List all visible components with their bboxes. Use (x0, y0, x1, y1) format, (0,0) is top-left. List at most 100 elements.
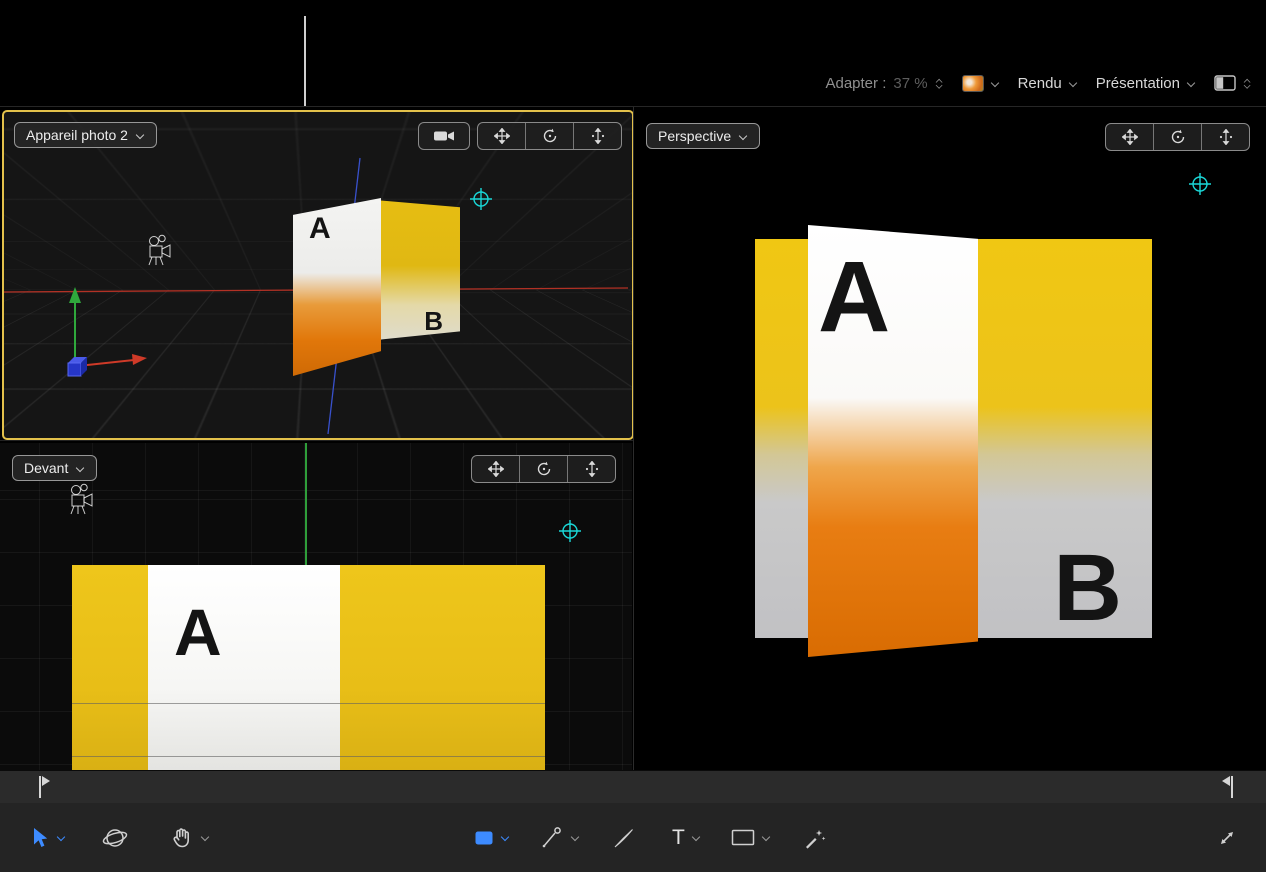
chevron-down-icon (739, 133, 748, 140)
pan-icon (494, 128, 510, 144)
shape-tool-button[interactable] (474, 830, 494, 846)
plane-a[interactable]: A (808, 225, 978, 657)
orbit-view-button[interactable] (1153, 124, 1201, 150)
zoom-stepper-icon[interactable] (935, 78, 942, 88)
viewport-divider-horizontal (0, 440, 633, 441)
camera-view-button[interactable] (418, 122, 470, 150)
adjust-glyph-tool-button[interactable] (803, 826, 827, 850)
dolly-view-button[interactable] (1201, 124, 1249, 150)
bezier-tool-button[interactable] (540, 826, 564, 850)
zoom-control[interactable]: Adapter : 37 % (825, 75, 943, 92)
pan-view-button[interactable] (1106, 124, 1153, 150)
view-tools-group (477, 122, 622, 150)
camera-object-icon[interactable] (144, 230, 174, 270)
chevron-down-icon (991, 80, 1000, 87)
crosshair-icon[interactable] (469, 187, 493, 211)
dolly-icon (590, 128, 606, 144)
pan-tool-menu-chevron[interactable] (201, 834, 210, 841)
expand-icon (1216, 827, 1238, 849)
gridline (72, 756, 545, 757)
camera-select-label: Appareil photo 2 (26, 127, 128, 143)
center-tool-group: T (474, 803, 827, 872)
chevron-down-icon (136, 132, 145, 139)
rectangle-icon (731, 829, 755, 846)
pan-view-button[interactable] (478, 123, 525, 149)
select-tool-menu-chevron[interactable] (57, 834, 66, 841)
render-color-dropdown[interactable] (962, 75, 1000, 92)
timeline-track[interactable] (0, 770, 1266, 804)
hand-icon (170, 826, 194, 850)
camera-object-icon[interactable] (66, 479, 96, 519)
view-tools-group (471, 455, 616, 483)
pan-view-button[interactable] (472, 456, 519, 482)
paint-stroke-icon (612, 826, 636, 850)
out-marker-icon[interactable] (1220, 774, 1238, 800)
dolly-view-button[interactable] (567, 456, 615, 482)
expand-view-button[interactable] (1216, 827, 1238, 849)
front-view-dropdown[interactable]: Devant (12, 455, 97, 481)
top-toolbar: Adapter : 37 % Rendu Présentation (825, 62, 1252, 104)
select-tool-button[interactable] (30, 827, 50, 849)
view-tools-group (1105, 123, 1250, 151)
plane-a-front: A (148, 565, 340, 770)
callout-line (304, 16, 306, 106)
plane-b-letter: B (1053, 541, 1122, 636)
zoom-value: 37 % (893, 75, 927, 92)
pan-tool-button[interactable] (170, 826, 194, 850)
viewport-camera2[interactable]: B A Appareil photo 2 (2, 110, 634, 440)
gridline (72, 703, 545, 704)
zoom-label: Adapter : (825, 75, 886, 92)
orbit-view-button[interactable] (525, 123, 573, 149)
select-arrow-icon (30, 827, 50, 849)
in-marker-icon[interactable] (34, 774, 52, 800)
presentation-menu[interactable]: Présentation (1096, 75, 1196, 92)
dolly-icon (1218, 129, 1234, 145)
camera-viewport-buttons (418, 122, 622, 150)
bezier-tool-menu-chevron[interactable] (571, 834, 580, 841)
rotate-3d-icon (102, 825, 128, 851)
plane-a-letter: A (818, 247, 890, 347)
layout-control[interactable] (1214, 75, 1252, 91)
render-menu-label: Rendu (1018, 75, 1062, 92)
orbit-icon (1170, 129, 1186, 145)
text-tool-menu-chevron[interactable] (692, 834, 701, 841)
perspective-view-dropdown[interactable]: Perspective (646, 123, 760, 149)
presentation-menu-label: Présentation (1096, 75, 1180, 92)
rectangle-tool-button[interactable] (731, 829, 755, 846)
paint-stroke-tool-button[interactable] (612, 826, 636, 850)
orbit-icon (536, 461, 552, 477)
layout-icon (1214, 75, 1236, 91)
crosshair-icon[interactable] (558, 519, 582, 543)
adjust-glyph-icon (803, 826, 827, 850)
transform-gizmo[interactable] (40, 279, 160, 379)
text-icon: T (672, 826, 685, 850)
right-tool-group (1216, 803, 1238, 872)
shape-tool-menu-chevron[interactable] (501, 834, 510, 841)
plane-b[interactable]: B (375, 200, 460, 346)
text-tool-button[interactable]: T (672, 826, 685, 850)
bottom-toolbar: T (0, 803, 1266, 872)
perspective-view-label: Perspective (658, 128, 731, 144)
bezier-icon (540, 826, 564, 850)
camera-select-dropdown[interactable]: Appareil photo 2 (14, 122, 157, 148)
render-color-icon (962, 75, 984, 92)
shape-icon (474, 830, 494, 846)
front-view-label: Devant (24, 460, 68, 476)
chevron-down-icon (1187, 80, 1196, 87)
viewport-front[interactable]: A Devant (0, 443, 632, 770)
crosshair-icon[interactable] (1188, 172, 1212, 196)
orbit-icon (542, 128, 558, 144)
render-menu[interactable]: Rendu (1018, 75, 1078, 92)
plane-a[interactable]: A (293, 198, 381, 376)
viewport-divider-vertical (633, 107, 634, 770)
orbit-view-button[interactable] (519, 456, 567, 482)
rectangle-tool-menu-chevron[interactable] (762, 834, 771, 841)
transform-3d-tool-button[interactable] (102, 825, 128, 851)
chevron-down-icon (1069, 80, 1078, 87)
plane-a-letter: A (309, 214, 331, 244)
pan-icon (1122, 129, 1138, 145)
layout-stepper-icon (1244, 78, 1251, 88)
viewport-perspective[interactable]: B A Perspective (636, 107, 1266, 770)
dolly-view-button[interactable] (573, 123, 621, 149)
scene-object-front-view[interactable]: A (72, 565, 545, 770)
